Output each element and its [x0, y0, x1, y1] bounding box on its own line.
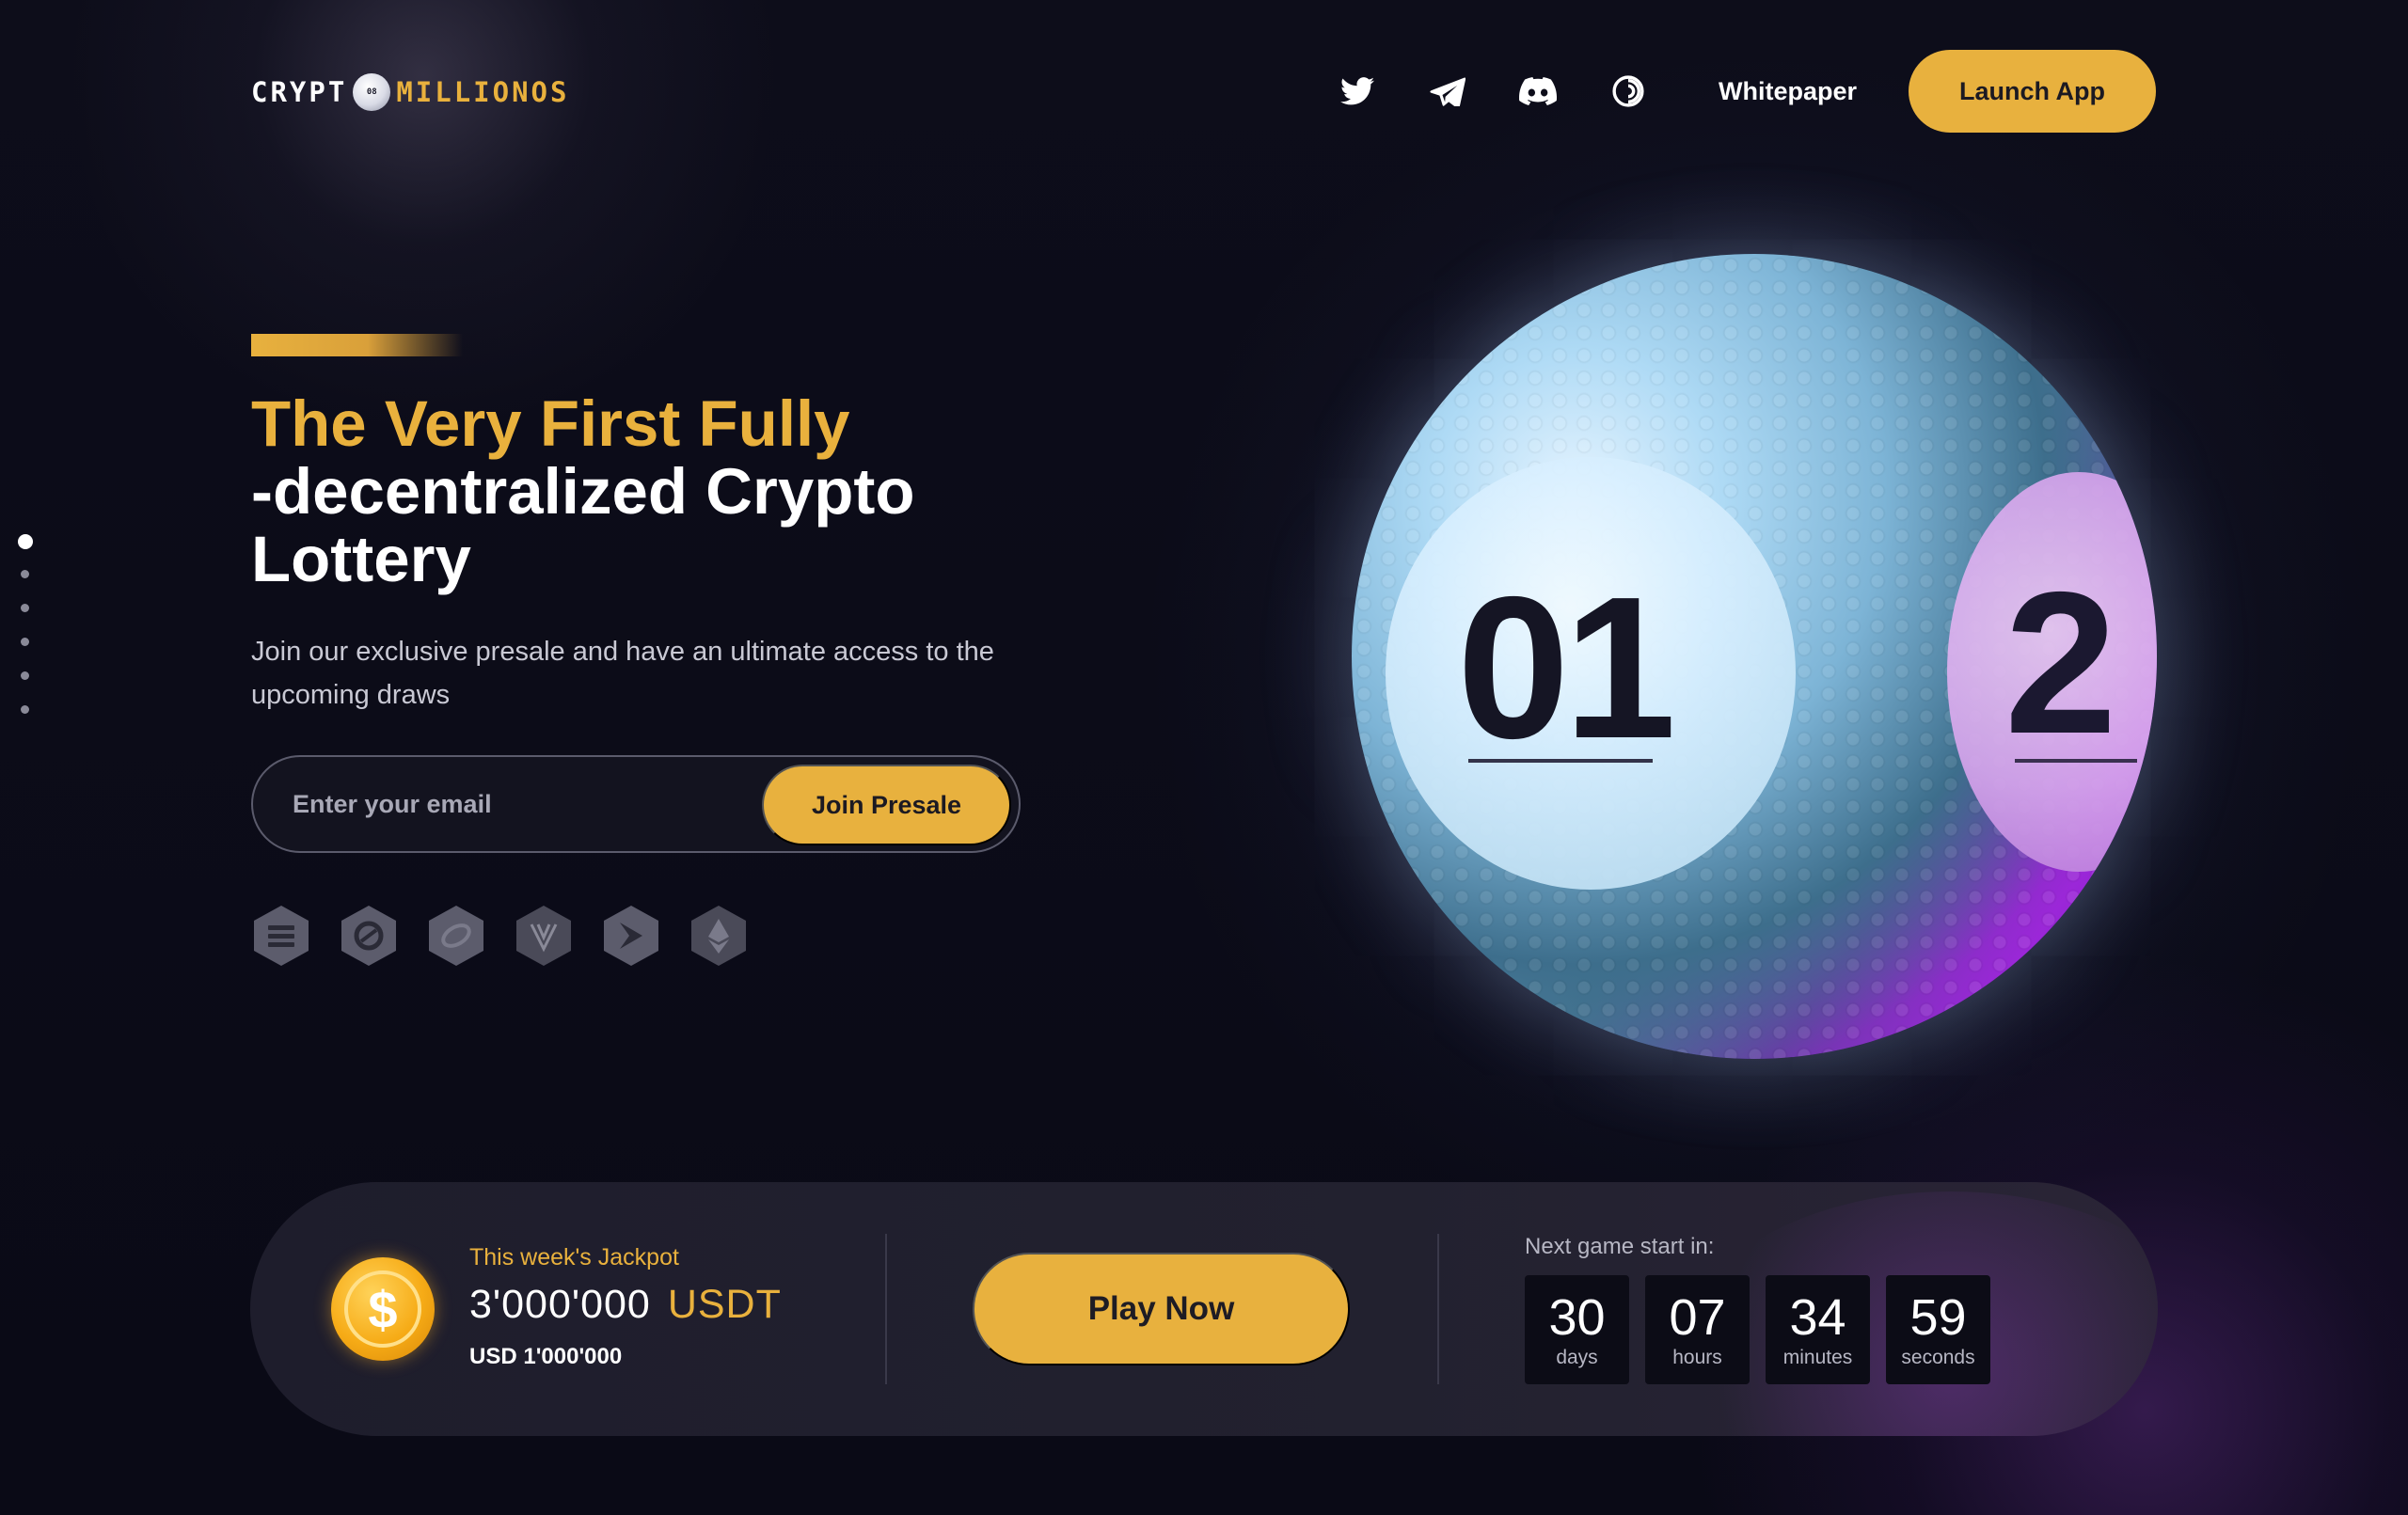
logo-ball-icon: 08	[353, 73, 391, 111]
jackpot-label: This week's Jackpot	[469, 1244, 679, 1270]
countdown-timer: 30 days 07 hours 34 minutes 59 seconds	[1525, 1275, 2006, 1384]
dollar-coin-icon: $	[331, 1257, 435, 1361]
lottery-ball: 01 2	[1352, 254, 2157, 1059]
presale-email-form: Join Presale	[251, 755, 1021, 853]
slide-dot-2[interactable]	[21, 570, 29, 578]
velas-icon	[514, 904, 574, 968]
chain-5-icon	[601, 904, 661, 968]
panel-divider-1	[885, 1234, 887, 1384]
jackpot-panel: $ This week's Jackpot 3'000'000 USDT USD …	[250, 1182, 2158, 1436]
countdown-days-value: 30	[1548, 1289, 1606, 1346]
countdown-hours-label: hours	[1672, 1347, 1722, 1368]
countdown-seconds-label: seconds	[1901, 1347, 1975, 1368]
countdown-minutes: 34 minutes	[1766, 1275, 1870, 1384]
chain-2-icon	[339, 904, 399, 968]
supported-chains	[251, 904, 776, 968]
ball-number-main: 01	[1457, 554, 1676, 781]
hero-subtitle: Join our exclusive presale and have an u…	[251, 637, 994, 710]
launch-app-button[interactable]: Launch App	[1909, 50, 2156, 133]
chain-3-icon	[426, 904, 486, 968]
next-game-label: Next game start in:	[1525, 1234, 1715, 1259]
slide-dot-1[interactable]	[18, 534, 33, 549]
logo-text-crypt: CRYPT	[251, 76, 348, 108]
logo-text-millionos: MILLIONOS	[396, 76, 570, 108]
countdown-hours-value: 07	[1669, 1289, 1726, 1346]
slide-dot-5[interactable]	[21, 671, 29, 680]
play-now-button[interactable]: Play Now	[973, 1253, 1350, 1365]
top-nav: Whitepaper Launch App	[1339, 50, 2156, 133]
countdown-days-label: days	[1556, 1347, 1598, 1368]
ethereum-icon	[689, 904, 749, 968]
slide-dot-3[interactable]	[21, 604, 29, 612]
countdown-seconds: 59 seconds	[1886, 1275, 1990, 1384]
coinmarketcap-icon[interactable]	[1609, 72, 1647, 110]
hero-title-line-3: Lottery	[251, 523, 471, 595]
jackpot-amount: 3'000'000 USDT	[469, 1282, 782, 1328]
hero-title-line-2: -decentralized Crypto	[251, 455, 915, 528]
slide-dot-4[interactable]	[21, 638, 29, 646]
hero-title-line-1: The Very First Fully	[251, 387, 850, 460]
countdown-seconds-value: 59	[1909, 1289, 1967, 1346]
email-input[interactable]	[293, 757, 706, 851]
countdown-minutes-label: minutes	[1782, 1347, 1853, 1368]
slide-dot-6[interactable]	[21, 705, 29, 714]
ball-number-side-underline	[2015, 759, 2137, 763]
hero-title: The Very First Fully -decentralized Cryp…	[251, 390, 1098, 593]
title-accent-bar	[251, 334, 463, 356]
twitter-icon[interactable]	[1339, 72, 1376, 110]
ball-number-side: 2	[2004, 549, 2117, 776]
panel-divider-2	[1437, 1234, 1439, 1384]
jackpot-amount-value: 3'000'000	[469, 1282, 651, 1327]
countdown-days: 30 days	[1525, 1275, 1629, 1384]
join-presale-button[interactable]: Join Presale	[762, 765, 1011, 845]
jackpot-usd-value: USD 1'000'000	[469, 1344, 623, 1369]
logo[interactable]: CRYPT 08 MILLIONOS	[251, 73, 569, 111]
slide-pagination	[18, 534, 33, 739]
whitepaper-link[interactable]: Whitepaper	[1719, 77, 1857, 106]
countdown-hours: 07 hours	[1645, 1275, 1750, 1384]
jackpot-currency: USDT	[667, 1282, 782, 1327]
ball-number-main-underline	[1468, 759, 1653, 763]
solana-icon	[251, 904, 311, 968]
discord-icon[interactable]	[1519, 72, 1557, 110]
logo-ball-number: 08	[366, 87, 377, 97]
countdown-minutes-value: 34	[1789, 1289, 1846, 1346]
telegram-icon[interactable]	[1429, 72, 1466, 110]
